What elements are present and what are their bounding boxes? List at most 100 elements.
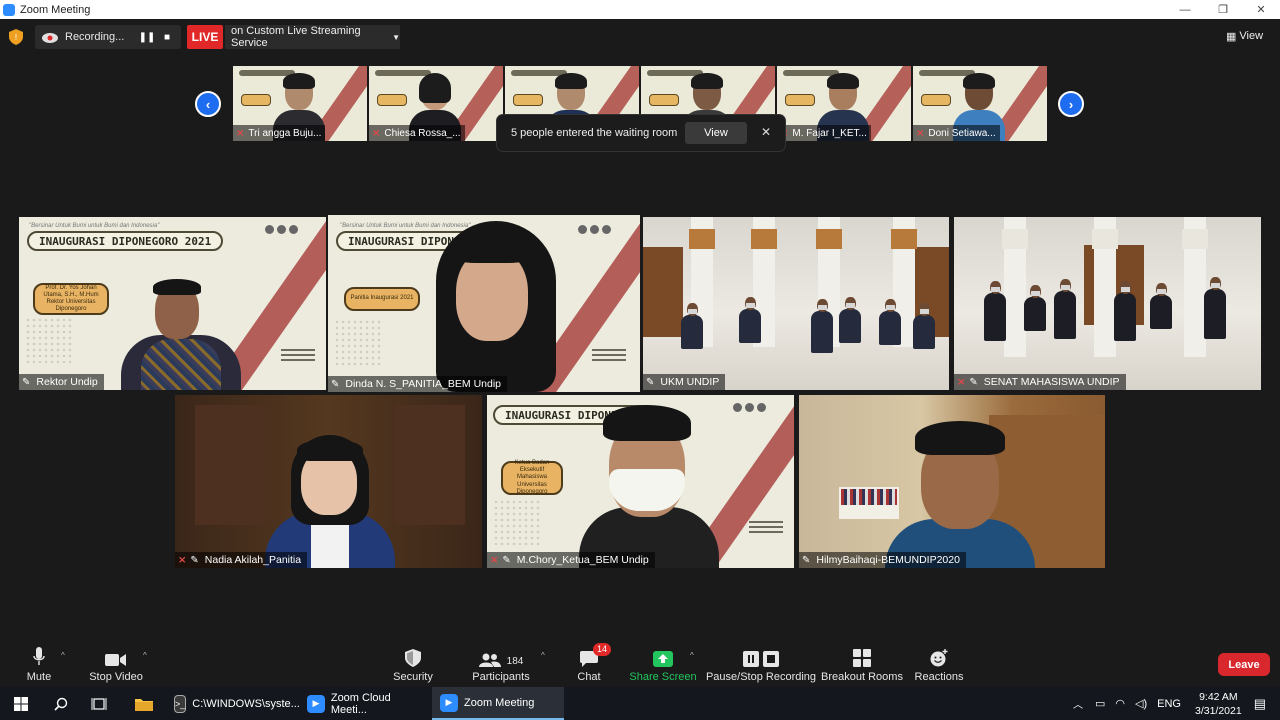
chat-unread-badge: 14 xyxy=(593,643,612,656)
muted-mic-icon: ⨯ xyxy=(957,376,966,388)
zoom-icon: ▶ xyxy=(440,693,458,712)
svg-text:!: ! xyxy=(14,33,17,42)
sponsor-logos xyxy=(265,225,305,235)
pin-icon: ✎ xyxy=(331,378,340,390)
task-view-icon[interactable] xyxy=(86,687,112,720)
close-window-button[interactable]: ✕ xyxy=(1242,0,1280,19)
video-tile-nadia[interactable]: ⨯ ✎ Nadia Akilah_Panitia xyxy=(175,395,482,568)
chevron-down-icon: ▼ xyxy=(392,32,400,42)
taskbar-app-label: Zoom Meeting xyxy=(464,696,535,709)
participant-thumbnail[interactable]: ⨯ Tri angga Buju... xyxy=(233,66,367,141)
encryption-shield-icon[interactable]: ! xyxy=(9,29,23,45)
live-streaming-dropdown[interactable]: on Custom Live Streaming Service ▼ xyxy=(225,25,400,49)
video-tile-hilmy[interactable]: ✎ HilmyBaihaqi-BEMUNDIP2020 xyxy=(799,395,1105,568)
next-page-button[interactable]: › xyxy=(1058,91,1084,117)
waiting-room-view-button[interactable]: View xyxy=(685,122,747,144)
file-explorer-icon[interactable] xyxy=(128,687,160,720)
grid-view-icon: ▦ xyxy=(1226,30,1237,43)
participants-label: Participants xyxy=(472,671,530,683)
stop-icon xyxy=(763,651,779,667)
participants-icon xyxy=(478,653,501,667)
pin-icon: ✎ xyxy=(190,554,199,566)
chat-button[interactable]: 14 Chat xyxy=(574,643,612,687)
participant-name: Doni Setiawa... xyxy=(928,127,996,139)
recording-indicator: Recording... ❚❚ ■ xyxy=(35,25,181,49)
taskbar-app-zoom-cloud[interactable]: ▶ Zoom Cloud Meeti... xyxy=(299,687,429,720)
share-options-chevron-icon[interactable]: ^ xyxy=(690,651,694,660)
mute-button[interactable]: Mute xyxy=(24,645,54,687)
video-tile-active-speaker[interactable]: "Bersinar Untuk Bumi untuk Bumi dan Indo… xyxy=(328,215,640,392)
participant-thumbnail[interactable]: ⨯ Doni Setiawa... xyxy=(913,66,1047,141)
reactions-label: Reactions xyxy=(914,671,964,683)
participant-thumbnail[interactable]: ⨯ Chiesa Rossa_... xyxy=(369,66,503,141)
video-tile-senat[interactable]: ⨯ ✎ SENAT MAHASISWA UNDIP xyxy=(954,217,1261,390)
meeting-topbar: ! Recording... ❚❚ ■ LIVE on Custom Live … xyxy=(0,23,1280,49)
leave-button[interactable]: Leave xyxy=(1218,653,1270,676)
zoom-app-icon xyxy=(3,3,15,16)
speaker-card: Prof. Dr. Yos Johan Utama, S.H., M.Hum R… xyxy=(33,283,109,315)
live-service-label: on Custom Live Streaming Service xyxy=(231,25,361,49)
share-screen-button[interactable]: Share Screen xyxy=(629,645,697,687)
participants-button[interactable]: 184 Participants xyxy=(472,645,530,687)
participants-options-chevron-icon[interactable]: ^ xyxy=(541,651,545,660)
pause-stop-recording-button[interactable]: Pause/Stop Recording xyxy=(706,645,816,687)
maximize-button[interactable]: ❐ xyxy=(1204,0,1242,19)
battery-icon[interactable]: ▭ xyxy=(1095,697,1105,710)
stop-video-label: Stop Video xyxy=(89,671,143,683)
muted-mic-icon: ⨯ xyxy=(916,127,925,139)
waiting-room-message: 5 people entered the waiting room xyxy=(511,127,678,139)
pause-recording-icon[interactable]: ❚❚ xyxy=(139,29,156,45)
live-badge: LIVE xyxy=(187,25,223,49)
stop-recording-icon[interactable]: ■ xyxy=(159,29,175,45)
terminal-icon: >_ xyxy=(174,694,187,713)
recording-label: Recording... xyxy=(65,31,125,43)
microphone-icon xyxy=(33,647,45,665)
participant-name: Chiesa Rossa_... xyxy=(384,127,461,139)
participant-name: Dinda N. S_PANITIA_BEM Undip xyxy=(345,378,502,390)
view-button[interactable]: ▦ View xyxy=(1226,25,1270,47)
chat-label: Chat xyxy=(577,671,601,683)
participant-name: Rektor Undip xyxy=(36,376,98,388)
taskbar-clock[interactable]: 9:42 AM 3/31/2021 xyxy=(1195,690,1242,718)
participant-thumbnail[interactable]: ⨯M. Fajar I_KET... xyxy=(777,66,911,141)
breakout-rooms-button[interactable]: Breakout Rooms xyxy=(821,645,903,687)
breakout-rooms-label: Breakout Rooms xyxy=(821,671,903,683)
taskbar-app-cmd[interactable]: >_ C:\WINDOWS\syste... xyxy=(166,687,300,720)
video-tile-chory[interactable]: INAUGURASI DIPONEGORO Ketua Badan Ekseku… xyxy=(487,395,794,568)
show-hidden-icons-chevron-icon[interactable]: ︿ xyxy=(1073,696,1083,711)
volume-icon[interactable]: ◁) xyxy=(1135,697,1147,710)
pin-icon: ✎ xyxy=(502,554,511,566)
share-screen-icon xyxy=(653,651,673,667)
close-icon[interactable]: ✕ xyxy=(761,125,771,139)
minimize-button[interactable]: — xyxy=(1166,0,1204,19)
participant-name: Tri angga Buju... xyxy=(248,127,322,139)
windows-start-icon[interactable] xyxy=(8,687,34,720)
pause-icon xyxy=(743,651,759,667)
previous-page-button[interactable]: ‹ xyxy=(195,91,221,117)
search-icon[interactable] xyxy=(48,687,74,720)
window-title: Zoom Meeting xyxy=(20,3,91,16)
speaker-card: Ketua Badan Eksekutif Mahasiswa Universi… xyxy=(501,460,563,495)
audio-options-chevron-icon[interactable]: ^ xyxy=(61,651,65,660)
system-tray: ︿ ▭ ◠ ◁) ENG 9:42 AM 3/31/2021 ▤ xyxy=(1073,687,1280,720)
notifications-icon[interactable]: ▤ xyxy=(1254,696,1266,712)
mute-label: Mute xyxy=(26,671,52,683)
participant-name: HilmyBaihaqi-BEMUNDIP2020 xyxy=(816,554,960,566)
security-button[interactable]: Security xyxy=(393,645,433,687)
video-tile-rektor[interactable]: "Bersinar Untuk Bumi untuk Bumi dan Indo… xyxy=(19,217,326,390)
video-tile-ukm[interactable]: ✎ UKM UNDIP xyxy=(643,217,949,390)
participant-name: M.Chory_Ketua_BEM Undip xyxy=(516,554,649,566)
wifi-icon[interactable]: ◠ xyxy=(1115,697,1125,710)
view-label: View xyxy=(1239,30,1264,42)
presentation-tagline: "Bersinar Untuk Bumi untuk Bumi dan Indo… xyxy=(29,223,160,229)
pin-icon: ✎ xyxy=(646,376,655,388)
meeting-toolbar: Mute ^ Stop Video ^ Security 184 Partici… xyxy=(0,641,1280,687)
reactions-button[interactable]: Reactions xyxy=(915,645,963,687)
muted-mic-icon: ⨯ xyxy=(236,127,245,139)
taskbar-app-zoom-meeting[interactable]: ▶ Zoom Meeting xyxy=(432,687,564,720)
waiting-room-notification: 5 people entered the waiting room View ✕ xyxy=(497,115,785,151)
stop-video-button[interactable]: Stop Video xyxy=(88,645,144,687)
language-indicator[interactable]: ENG xyxy=(1157,698,1181,710)
breakout-rooms-icon xyxy=(853,649,871,667)
video-options-chevron-icon[interactable]: ^ xyxy=(143,651,147,660)
